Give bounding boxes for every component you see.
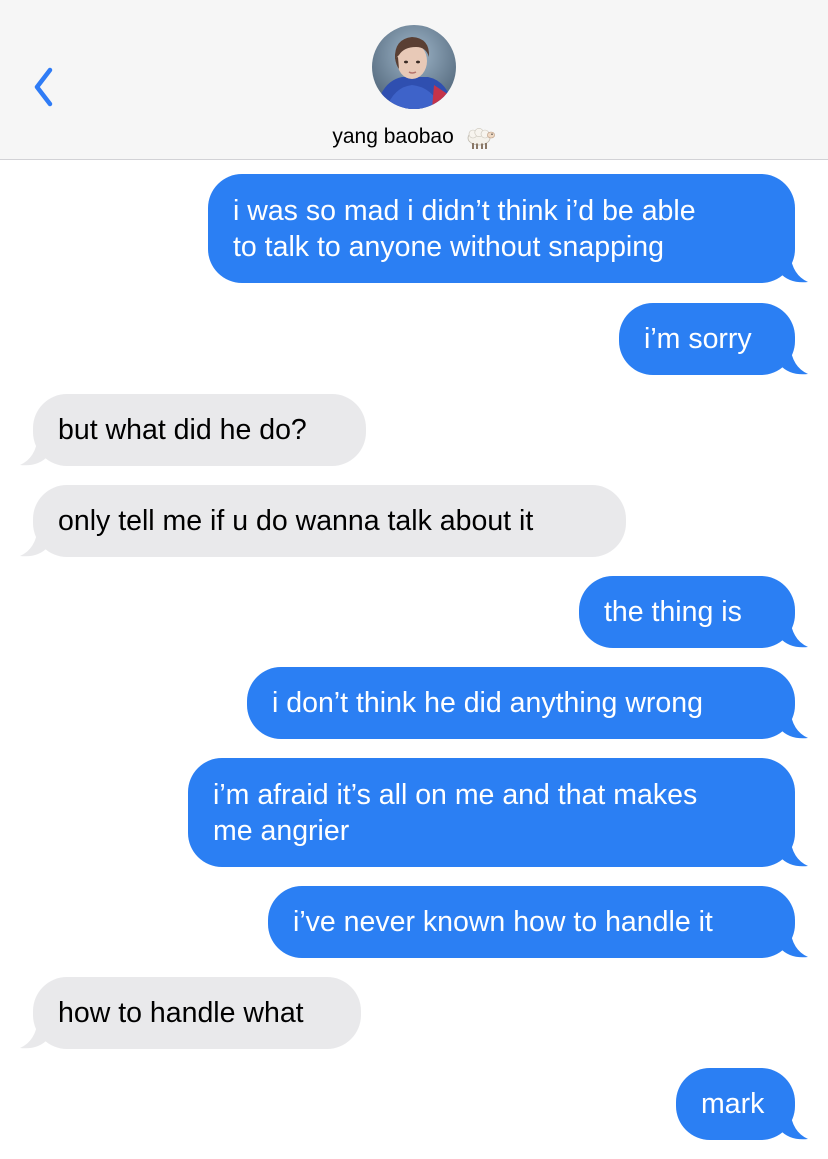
message-bubble[interactable]: but what did he do? [20,394,366,466]
sheep-icon [467,128,495,149]
message-text: i’ve never known how to handle it [293,906,713,938]
message-bubble[interactable]: the thing is [579,576,808,648]
back-button[interactable] [28,64,68,110]
bubble-tail [20,436,48,466]
contact-name[interactable]: yang baobao [0,124,828,150]
message-text: i’m sorry [644,323,752,355]
message-bubble[interactable]: mark [676,1068,808,1140]
message-bubble[interactable]: i’m afraid it’s all on me and that makes… [188,758,808,867]
bubble-tail [780,253,808,283]
message-text: mark [701,1088,765,1120]
bubble-tail [780,618,808,648]
contact-name-text: yang baobao [332,125,454,148]
message-bubble[interactable]: i don’t think he did anything wrong [247,667,808,739]
bubble-tail [780,928,808,958]
message-bubble[interactable]: how to handle what [20,977,361,1049]
message-bubble[interactable]: only tell me if u do wanna talk about it [20,485,626,557]
bubble-tail [780,709,808,739]
bubble-tail [20,527,48,557]
bubble-tail [780,837,808,867]
bubble-tail [20,1019,48,1049]
message-bubble[interactable]: i’m sorry [619,303,808,375]
message-text: how to handle what [58,997,304,1029]
message-text: but what did he do? [58,414,307,446]
message-text: i don’t think he did anything wrong [272,687,703,719]
avatar-photo [372,25,456,109]
contact-avatar[interactable] [372,25,456,109]
message-text: only tell me if u do wanna talk about it [58,505,534,537]
chevron-left-icon [34,67,53,107]
message-bubble[interactable]: i was so mad i didn’t think i’d be able … [208,174,808,283]
message-text: i was so mad i didn’t think i’d be able … [233,194,696,263]
message-bubble[interactable]: i’ve never known how to handle it [268,886,808,958]
message-text: the thing is [604,596,742,628]
bubble-tail [780,1110,808,1140]
conversation-header: yang baobao [0,0,828,160]
bubble-tail [780,345,808,375]
message-text: i’m afraid it’s all on me and that makes… [213,778,698,847]
